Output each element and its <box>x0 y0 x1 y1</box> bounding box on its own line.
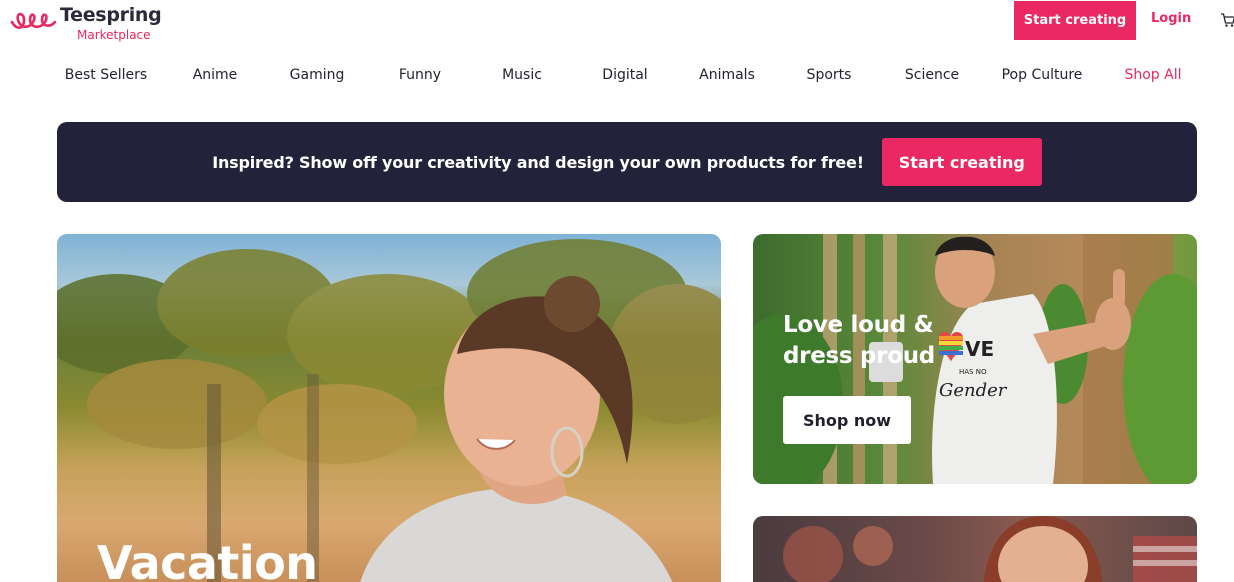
teespring-loops-icon <box>10 12 56 30</box>
nav-item-pop-culture[interactable]: Pop Culture <box>1002 67 1083 83</box>
nav-item-science[interactable]: Science <box>905 67 959 83</box>
brand-subtitle: Marketplace <box>77 28 151 42</box>
nav-item-anime[interactable]: Anime <box>193 67 238 83</box>
nav-item-funny[interactable]: Funny <box>399 67 441 83</box>
hero-bottom-card[interactable] <box>753 516 1197 582</box>
nav-item-music[interactable]: Music <box>502 67 542 83</box>
nav-item-best-sellers[interactable]: Best Sellers <box>65 67 147 83</box>
category-nav: Best Sellers Anime Gaming Funny Music Di… <box>0 67 1234 87</box>
promo-text: Inspired? Show off your creativity and d… <box>212 152 864 172</box>
hero-pride-card[interactable]: VE HAS NO Gender Love loud & dress proud… <box>753 234 1197 484</box>
login-link[interactable]: Login <box>1151 11 1191 26</box>
hero-vacation-title: Vacation <box>97 536 318 582</box>
shirt-print-has-no: HAS NO <box>959 368 987 376</box>
promo-banner: Inspired? Show off your creativity and d… <box>57 122 1197 202</box>
nav-item-shop-all[interactable]: Shop All <box>1124 67 1181 83</box>
hero-vacation-card[interactable]: Vacation <box>57 234 721 582</box>
start-creating-button[interactable]: Start creating <box>1014 1 1136 40</box>
nav-item-digital[interactable]: Digital <box>602 67 647 83</box>
hero-pride-title: Love loud & dress proud <box>783 312 935 370</box>
nav-item-animals[interactable]: Animals <box>699 67 755 83</box>
promo-start-creating-button[interactable]: Start creating <box>881 138 1042 186</box>
page: Teespring Marketplace Start creating Log… <box>0 0 1234 582</box>
nav-item-gaming[interactable]: Gaming <box>290 67 345 83</box>
shirt-print-gender: Gender <box>939 380 1008 401</box>
cart-icon[interactable] <box>1220 12 1234 28</box>
shop-now-button[interactable]: Shop now <box>783 396 911 444</box>
brand-name: Teespring <box>60 4 162 26</box>
nav-item-sports[interactable]: Sports <box>807 67 852 83</box>
shirt-print-love: VE <box>965 337 994 361</box>
vacation-photo <box>57 239 721 582</box>
bottom-card-photo <box>783 516 1197 582</box>
logo[interactable]: Teespring Marketplace <box>10 4 162 42</box>
